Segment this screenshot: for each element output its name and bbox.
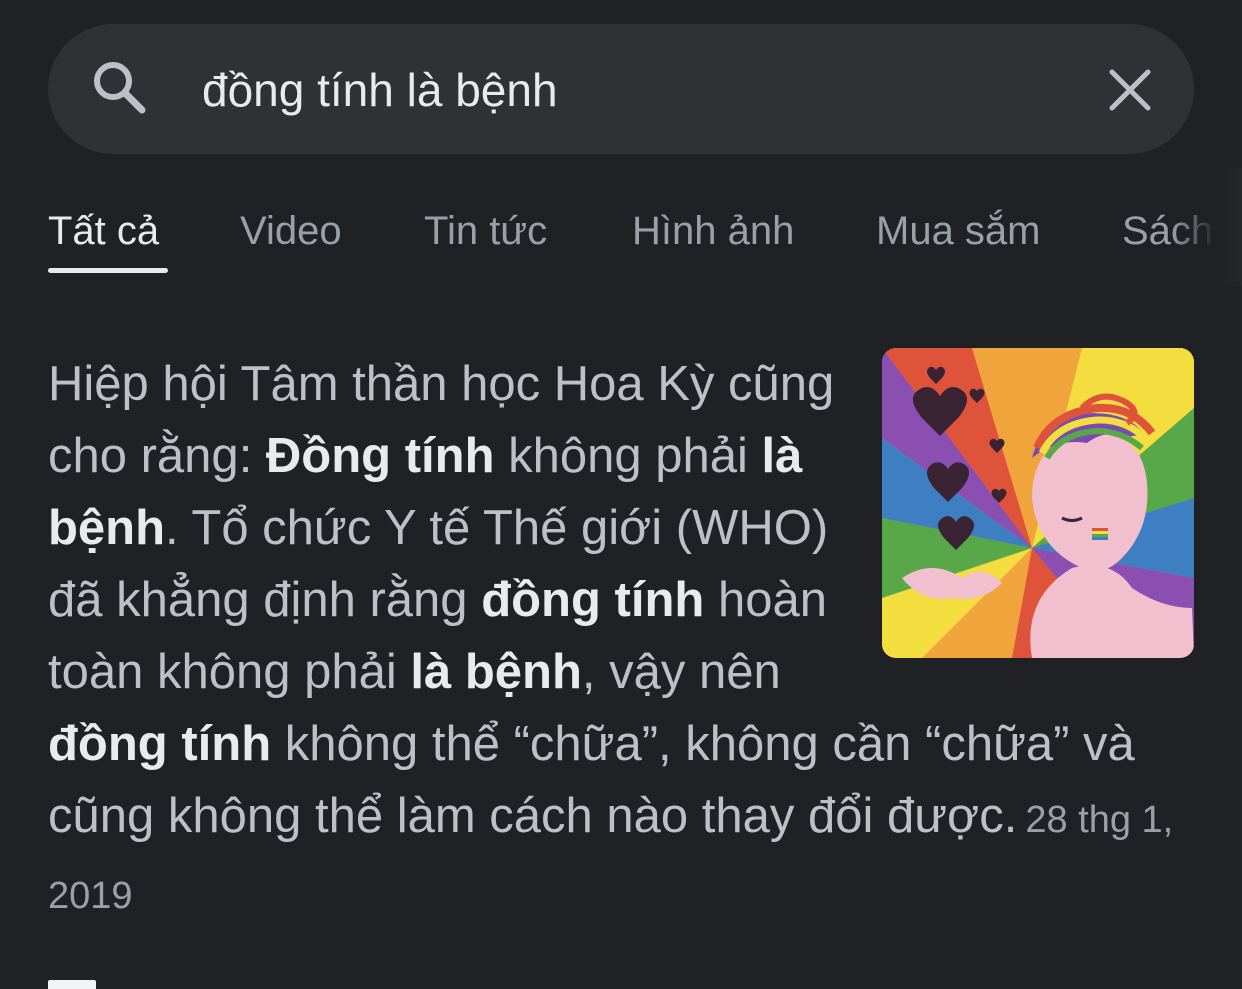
tab-shopping[interactable]: Mua sắm xyxy=(876,206,1041,256)
snippet-segment: , vậy nên xyxy=(581,645,781,699)
snippet-segment: không phải xyxy=(494,429,762,483)
search-results-page: Tất cả Video Tin tức Hình ảnh Mua sắm Sá… xyxy=(0,0,1242,989)
tab-images[interactable]: Hình ảnh xyxy=(632,206,794,256)
search-icon[interactable] xyxy=(90,58,148,116)
close-icon[interactable] xyxy=(1106,66,1154,114)
snippet-highlight: Đồng tính xyxy=(265,429,495,483)
snippet-highlight: là bệnh xyxy=(410,645,582,699)
search-input[interactable] xyxy=(202,58,1062,122)
snippet-highlight: đồng tính xyxy=(481,573,705,627)
tabs-scroll-fade xyxy=(1172,168,1242,286)
tab-all[interactable]: Tất cả xyxy=(48,206,159,256)
tab-video[interactable]: Video xyxy=(240,206,342,256)
tab-news[interactable]: Tin tức xyxy=(424,206,547,256)
next-result-favicon[interactable] xyxy=(48,980,96,989)
snippet-highlight: đồng tính xyxy=(48,717,272,771)
featured-snippet-text: Hiệp hội Tâm thần học Hoa Kỳ cũng cho rằ… xyxy=(48,348,1208,932)
image-spacer xyxy=(868,348,1208,668)
active-tab-indicator xyxy=(48,268,168,273)
